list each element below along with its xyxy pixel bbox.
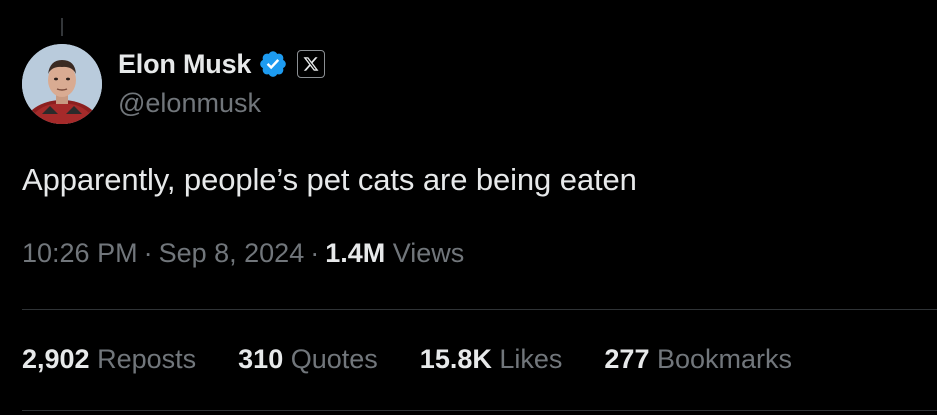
stat-label: Reposts [97,344,197,374]
thread-connector-line [61,18,63,36]
x-affiliate-badge[interactable] [297,50,326,78]
tweet-meta-row: 10:26 PM · Sep 8, 2024 · 1.4M Views [22,238,464,269]
stat-likes[interactable]: 15.8K Likes [420,344,563,375]
engagement-stats: 2,902 Reposts 310 Quotes 15.8K Likes 277… [22,344,834,375]
verified-badge-icon[interactable] [258,49,288,79]
divider [22,410,937,411]
tweet-time[interactable]: 10:26 PM [22,238,138,268]
stat-count: 277 [604,344,650,374]
stat-label: Likes [499,344,563,374]
stat-count: 310 [238,344,284,374]
views-label: Views [392,238,465,268]
stat-label: Quotes [290,344,378,374]
author-handle[interactable]: @elonmusk [118,88,261,119]
x-logo-icon [303,57,319,71]
stat-reposts[interactable]: 2,902 Reposts [22,344,196,375]
stat-quotes[interactable]: 310 Quotes [238,344,378,375]
stat-count: 2,902 [22,344,90,374]
stat-count: 15.8K [419,344,492,374]
avatar[interactable] [22,44,102,124]
divider [22,309,937,310]
author-name-row: Elon Musk [118,46,326,82]
stat-label: Bookmarks [656,344,793,374]
meta-separator: · [310,238,320,268]
views-count: 1.4M [325,238,386,268]
avatar-image [22,44,102,124]
meta-separator: · [143,238,153,268]
tweet-date[interactable]: Sep 8, 2024 [159,238,305,268]
tweet-text: Apparently, people’s pet cats are being … [22,162,637,197]
author-display-name[interactable]: Elon Musk [118,49,251,80]
stat-bookmarks[interactable]: 277 Bookmarks [604,344,792,375]
